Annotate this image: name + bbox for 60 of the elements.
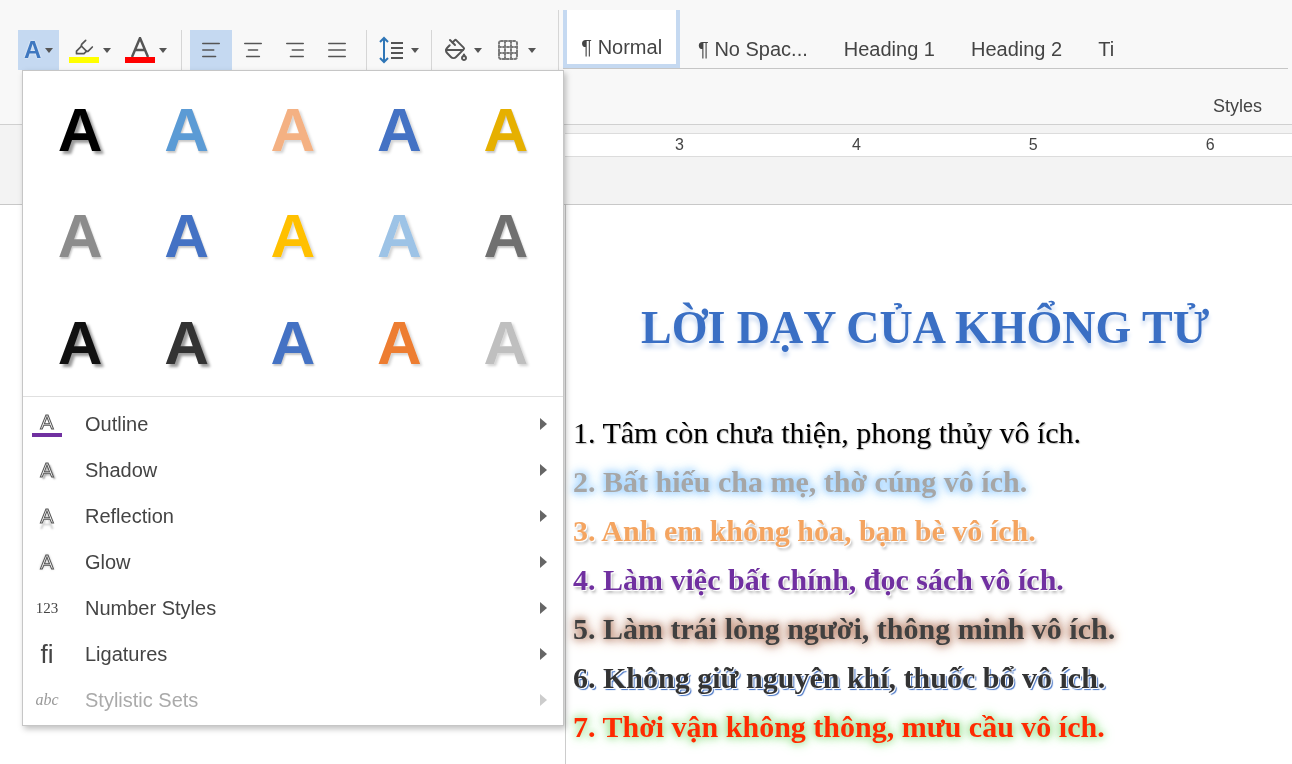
- ruler-number: 3: [675, 135, 684, 155]
- submenu-arrow-icon: [540, 464, 547, 476]
- line-spacing-icon: [379, 36, 406, 64]
- document-line: 7. Thời vận không thông, mưu cầu vô ích.: [573, 709, 1105, 745]
- borders-button[interactable]: [496, 38, 537, 62]
- borders-icon: [496, 38, 521, 62]
- menu-item[interactable]: A Shadow: [23, 447, 563, 493]
- style-gallery-item[interactable]: Heading 1: [825, 10, 953, 68]
- text-effect-preset[interactable]: A: [27, 77, 134, 184]
- menu-item[interactable]: A Glow: [23, 539, 563, 585]
- highlighter-icon: [74, 37, 95, 57]
- ruler-number: 5: [1028, 135, 1038, 155]
- submenu-arrow-icon: [540, 418, 547, 430]
- text-effects-label: A: [24, 35, 42, 65]
- letter-a-icon: [129, 37, 152, 57]
- submenu-arrow-icon: [540, 510, 547, 522]
- submenu-arrow-icon: [540, 694, 547, 706]
- style-gallery-item[interactable]: Ti: [1080, 10, 1133, 68]
- menu-item[interactable]: A Outline: [23, 401, 563, 447]
- text-effect-preset[interactable]: A: [452, 183, 559, 290]
- shading-button[interactable]: [444, 38, 483, 62]
- menu-item[interactable]: 123 Number Styles: [23, 585, 563, 631]
- document-line: 2. Bất hiếu cha mẹ, thờ cúng vô ích.: [573, 464, 1028, 500]
- style-gallery-item[interactable]: ¶ Normal: [563, 10, 681, 68]
- ruler-number: 6: [1205, 135, 1215, 155]
- submenu-arrow-icon: [540, 648, 547, 660]
- document-line: 3. Anh em không hòa, bạn bè vô ích.: [573, 513, 1036, 549]
- document-line: 1. Tâm còn chưa thiện, phong thủy vô ích.: [573, 415, 1082, 451]
- text-effect-preset[interactable]: A: [27, 289, 134, 396]
- dropdown-caret-icon: [45, 47, 54, 53]
- document-title: LỜI DẠY CỦA KHỔNG TỬ: [641, 302, 1210, 353]
- ruler-number: 4: [851, 135, 861, 155]
- style-gallery-item[interactable]: Heading 2: [953, 10, 1081, 68]
- line-spacing-button[interactable]: [379, 36, 420, 64]
- text-effect-preset[interactable]: A: [239, 289, 347, 396]
- text-effect-preset[interactable]: A: [346, 77, 453, 184]
- document-line: 5. Làm trái lòng người, thông minh vô ích.: [573, 611, 1116, 647]
- style-gallery-item[interactable]: ¶ No Spac...: [680, 10, 826, 68]
- align-left-button[interactable]: [190, 30, 233, 70]
- shadow-icon: A: [29, 456, 65, 484]
- dropdown-caret-icon: [528, 47, 537, 53]
- stylistic-sets-icon: abc: [29, 686, 65, 714]
- number-styles-icon: 123: [29, 594, 65, 622]
- document-line: 4. Làm việc bất chính, đọc sách vô ích.: [573, 562, 1064, 598]
- text-effect-preset[interactable]: A: [133, 289, 240, 396]
- group-label: Styles: [1212, 95, 1262, 118]
- document-line: 6. Không giữ nguyên khí, thuốc bổ vô ích.: [573, 660, 1106, 696]
- submenu-arrow-icon: [540, 602, 547, 614]
- text-effect-preset[interactable]: A: [133, 183, 240, 290]
- paint-bucket-icon: [444, 38, 469, 62]
- reflection-icon: A: [29, 502, 65, 530]
- dropdown-caret-icon: [474, 47, 483, 53]
- glow-icon: A: [29, 548, 65, 576]
- dropdown-caret-icon: [103, 47, 112, 53]
- menu-item[interactable]: A Reflection: [23, 493, 563, 539]
- ligature-icon: fi: [29, 640, 65, 668]
- submenu-arrow-icon: [540, 556, 547, 568]
- menu-item[interactable]: fi Ligatures: [23, 631, 563, 677]
- dropdown-caret-icon: [411, 47, 420, 53]
- dropdown-caret-icon: [159, 47, 168, 53]
